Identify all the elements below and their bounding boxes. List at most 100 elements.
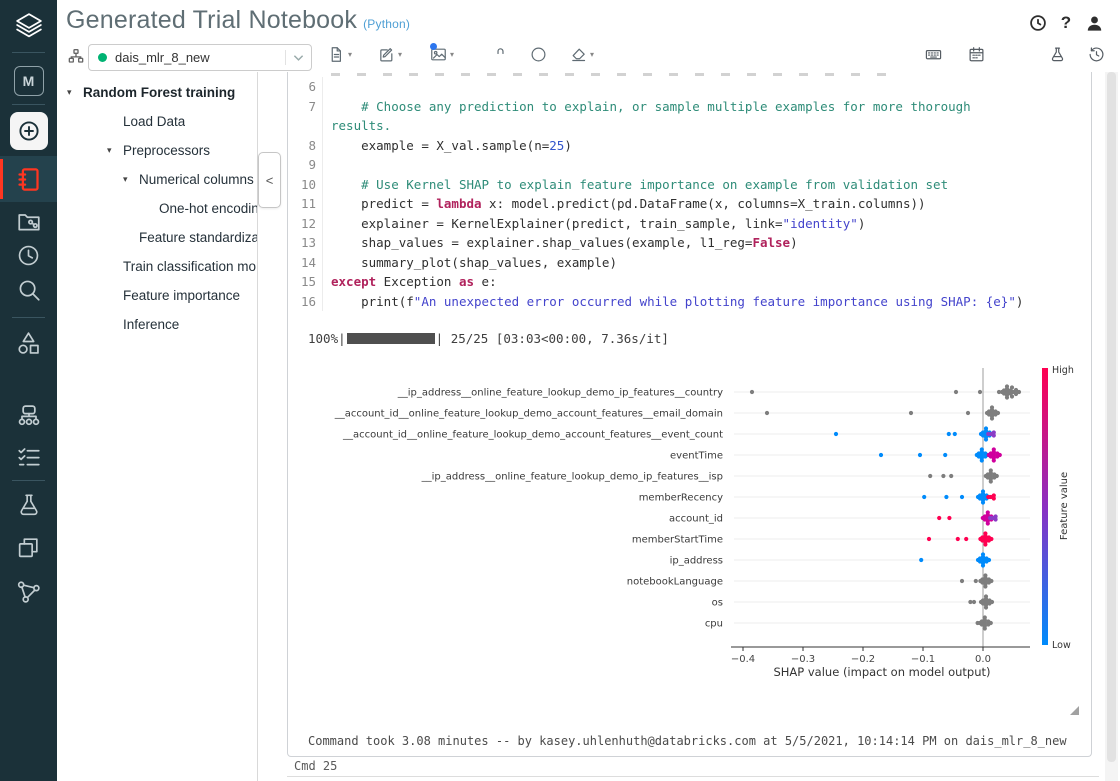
code-line[interactable]: 13 shap_values = explainer.shap_values(e… bbox=[288, 233, 1091, 253]
cell-resize-handle[interactable] bbox=[1070, 706, 1079, 715]
code-text[interactable]: except Exception as e: bbox=[331, 272, 1033, 292]
toc-item-label: Load Data bbox=[123, 114, 185, 129]
shap-feature-label: cpu bbox=[705, 619, 723, 630]
revision-history-icon[interactable] bbox=[1088, 46, 1105, 63]
shap-feature-label: __account_id__online_feature_lookup_demo… bbox=[334, 409, 723, 420]
code-text[interactable]: example = X_val.sample(n=25) bbox=[331, 136, 1033, 156]
code-text[interactable]: # Use Kernel SHAP to explain feature imp… bbox=[331, 175, 1033, 195]
toc-item-preprocessors[interactable]: ▾Preprocessors bbox=[57, 136, 257, 165]
notebook-cell[interactable]: 6 7 # Choose any prediction to explain, … bbox=[287, 72, 1092, 757]
toc-panel: ▾Random Forest training Load Data ▾Preproc… bbox=[57, 72, 258, 781]
toc-item-train-classification-mo[interactable]: Train classification mo... bbox=[57, 252, 257, 281]
caret-down-icon[interactable]: ▾ bbox=[123, 175, 139, 185]
line-number: 6 bbox=[288, 77, 323, 97]
code-line[interactable]: 10 # Use Kernel SHAP to explain feature … bbox=[288, 175, 1091, 195]
sitemap-icon bbox=[68, 48, 84, 64]
notebook-title-text: Generated Trial Notebook bbox=[66, 6, 357, 34]
chevron-down-icon: ▾ bbox=[590, 50, 594, 59]
cluster-selector[interactable]: dais_mlr_8_new bbox=[88, 44, 312, 71]
feature-store-graph-icon[interactable] bbox=[0, 570, 57, 612]
experiments-flask-icon[interactable] bbox=[0, 484, 57, 526]
edit-pencil-icon[interactable]: ▾ bbox=[378, 46, 402, 63]
code-line[interactable]: 12 explainer = KernelExplainer(predict, … bbox=[288, 214, 1091, 234]
sidebar-divider bbox=[12, 480, 45, 481]
image-icon[interactable]: ▾ bbox=[430, 46, 454, 63]
code-line[interactable]: 14 summary_plot(shap_values, example) bbox=[288, 253, 1091, 273]
svg-text:−0.4: −0.4 bbox=[731, 654, 755, 665]
scrollbar-thumb[interactable] bbox=[1107, 72, 1116, 762]
data-shapes-icon[interactable] bbox=[0, 322, 57, 364]
code-line[interactable]: 7 # Choose any prediction to explain, or… bbox=[288, 97, 1091, 136]
caret-down-icon[interactable]: ▾ bbox=[67, 88, 83, 98]
run-all-icon[interactable] bbox=[530, 46, 547, 63]
toc-item-one-hot-encoding[interactable]: One-hot encoding bbox=[57, 194, 257, 223]
create-plus-icon[interactable] bbox=[0, 110, 57, 152]
toc-item-label: Numerical columns bbox=[139, 172, 254, 187]
shap-feature-label: memberStartTime bbox=[632, 535, 723, 546]
shap-feature-label: __account_id__online_feature_lookup_demo… bbox=[342, 430, 723, 441]
lock-icon[interactable] bbox=[492, 46, 509, 63]
line-number: 10 bbox=[288, 175, 323, 195]
keyboard-icon[interactable] bbox=[925, 46, 942, 63]
code-line[interactable]: 6 bbox=[288, 77, 1091, 97]
user-icon[interactable] bbox=[1084, 13, 1104, 33]
code-text[interactable] bbox=[331, 77, 1033, 97]
search-icon[interactable] bbox=[0, 269, 57, 311]
comments-icon[interactable] bbox=[1009, 46, 1026, 63]
compute-icon[interactable] bbox=[0, 395, 57, 437]
workflows-checklist-icon[interactable] bbox=[0, 436, 57, 478]
code-line[interactable]: 8 example = X_val.sample(n=25) bbox=[288, 136, 1091, 156]
next-cell-top-edge bbox=[287, 776, 1099, 777]
svg-text:High: High bbox=[1052, 365, 1074, 376]
code-text[interactable] bbox=[331, 155, 1033, 175]
create-button[interactable] bbox=[10, 112, 48, 150]
toc-item-random-forest-training[interactable]: ▾Random Forest training bbox=[57, 78, 257, 107]
code-text[interactable]: summary_plot(shap_values, example) bbox=[331, 253, 1033, 273]
help-icon[interactable]: ? bbox=[1056, 13, 1076, 33]
svg-text:Feature value: Feature value bbox=[1059, 472, 1070, 540]
code-editor[interactable]: 6 7 # Choose any prediction to explain, … bbox=[288, 77, 1091, 311]
caret-down-icon[interactable]: ▾ bbox=[107, 146, 123, 156]
code-text[interactable]: shap_values = explainer.shap_values(exam… bbox=[331, 233, 1033, 253]
code-text[interactable]: print(f"An unexpected error occurred whi… bbox=[331, 292, 1033, 312]
sidebar-divider bbox=[12, 104, 45, 105]
code-line[interactable]: 15 except Exception as e: bbox=[288, 272, 1091, 292]
line-number: 15 bbox=[288, 272, 323, 292]
toc-item-numerical-columns[interactable]: ▾Numerical columns bbox=[57, 165, 257, 194]
clipped-previous-line bbox=[331, 73, 896, 76]
toc-item-feature-standardiza[interactable]: Feature standardiza... bbox=[57, 223, 257, 252]
toc-item-feature-importance[interactable]: Feature importance bbox=[57, 281, 257, 310]
notebook-scrollbar[interactable] bbox=[1105, 72, 1118, 781]
code-text[interactable]: predict = lambda x: model.predict(pd.Dat… bbox=[331, 194, 1033, 214]
shap-feature-label: __ip_address__online_feature_lookup_demo… bbox=[421, 472, 723, 483]
chevron-down-icon[interactable] bbox=[286, 54, 311, 62]
command-status-text: Command took 3.08 minutes -- by kasey.uh… bbox=[308, 734, 1067, 748]
toc-item-label: Feature importance bbox=[123, 288, 240, 303]
databricks-logo-icon[interactable] bbox=[0, 5, 57, 47]
page-title: Generated Trial Notebook (Python) bbox=[66, 6, 410, 35]
code-text[interactable]: # Choose any prediction to explain, or s… bbox=[331, 97, 1033, 136]
toc-collapse-button[interactable]: < bbox=[258, 152, 281, 208]
document-icon[interactable]: ▾ bbox=[328, 46, 352, 63]
code-line[interactable]: 16 print(f"An unexpected error occurred … bbox=[288, 292, 1091, 312]
notebook-icon[interactable] bbox=[0, 158, 57, 200]
toc-item-label: Feature standardiza... bbox=[139, 230, 257, 245]
eraser-icon[interactable]: ▾ bbox=[570, 46, 594, 63]
code-line[interactable]: 11 predict = lambda x: model.predict(pd.… bbox=[288, 194, 1091, 214]
toc-item-load-data[interactable]: Load Data bbox=[57, 107, 257, 136]
experiments-flask-icon[interactable] bbox=[1049, 46, 1066, 63]
sidebar-divider bbox=[12, 317, 45, 318]
progress-suffix: | 25/25 [03:03<00:00, 7.36s/it] bbox=[436, 331, 669, 346]
shap-feature-label: os bbox=[712, 598, 723, 609]
sidebar-divider bbox=[12, 52, 45, 53]
notebook-language-label: (Python) bbox=[363, 17, 410, 31]
calendar-icon[interactable] bbox=[968, 46, 985, 63]
workspace-badge[interactable]: M bbox=[0, 60, 57, 102]
shap-feature-label: __ip_address__online_feature_lookup_demo… bbox=[397, 388, 723, 399]
toc-item-inference[interactable]: Inference bbox=[57, 310, 257, 339]
code-line[interactable]: 9 bbox=[288, 155, 1091, 175]
models-icon[interactable] bbox=[0, 526, 57, 568]
line-number: 16 bbox=[288, 292, 323, 312]
schedule-clock-icon[interactable] bbox=[1028, 13, 1048, 33]
code-text[interactable]: explainer = KernelExplainer(predict, tra… bbox=[331, 214, 1033, 234]
